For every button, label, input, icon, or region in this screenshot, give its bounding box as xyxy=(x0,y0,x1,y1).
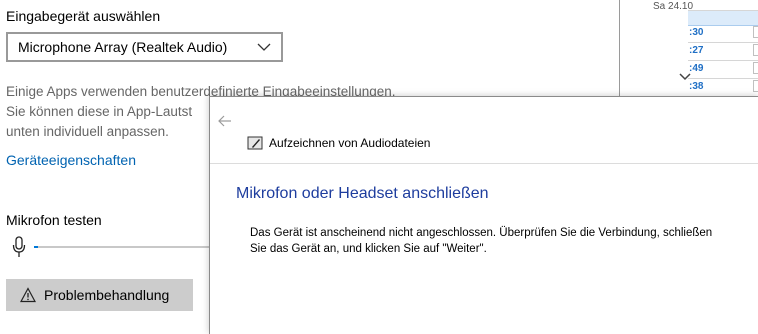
input-device-dropdown[interactable]: Microphone Array (Realtek Audio) xyxy=(6,32,283,62)
app-icon xyxy=(247,136,263,150)
list-time[interactable]: :38 xyxy=(689,81,703,92)
warning-icon xyxy=(20,287,36,303)
mic-level-meter xyxy=(34,246,214,248)
message-line: Sie das Gerät an, und klicken Sie auf "W… xyxy=(250,243,487,255)
list-panel: Sa 24.10 :30 :27 :49 :38 xyxy=(620,0,758,96)
row-divider xyxy=(688,10,758,11)
list-time[interactable]: :30 xyxy=(689,27,703,38)
mic-level-fill xyxy=(34,246,38,248)
row-divider xyxy=(688,42,758,43)
microphone-icon xyxy=(12,236,26,257)
dialog-heading: Mikrofon oder Headset anschließen xyxy=(236,185,489,202)
message-line: Das Gerät ist anscheinend nicht angeschl… xyxy=(250,227,713,239)
back-arrow-icon[interactable] xyxy=(218,115,232,127)
dialog-title: Aufzeichnen von Audiodateien xyxy=(269,136,431,150)
record-audio-dialog: Aufzeichnen von Audiodateien Mikrofon od… xyxy=(209,96,758,334)
row-checkbox[interactable] xyxy=(753,26,758,38)
row-checkbox[interactable] xyxy=(753,80,758,92)
title-divider xyxy=(210,163,758,164)
troubleshoot-label: Problembehandlung xyxy=(44,287,170,303)
device-properties-link[interactable]: Geräteeigenschaften xyxy=(6,152,136,168)
row-checkbox[interactable] xyxy=(753,44,758,56)
row-checkbox[interactable] xyxy=(753,62,758,74)
selected-device-label: Microphone Array (Realtek Audio) xyxy=(18,39,228,55)
chevron-down-icon xyxy=(257,43,271,51)
row-divider xyxy=(688,60,758,61)
input-device-heading: Eingabegerät auswählen xyxy=(6,8,161,24)
list-time[interactable]: :49 xyxy=(689,63,703,74)
troubleshoot-button[interactable]: Problembehandlung xyxy=(6,279,193,311)
list-time[interactable]: :27 xyxy=(689,45,703,56)
dialog-message: Das Gerät ist anscheinend nicht angeschl… xyxy=(250,225,750,257)
mic-test-heading: Mikrofon testen xyxy=(6,212,102,228)
row-divider xyxy=(688,78,758,79)
chevron-down-icon[interactable] xyxy=(679,73,691,81)
selected-row-highlight xyxy=(688,10,758,26)
